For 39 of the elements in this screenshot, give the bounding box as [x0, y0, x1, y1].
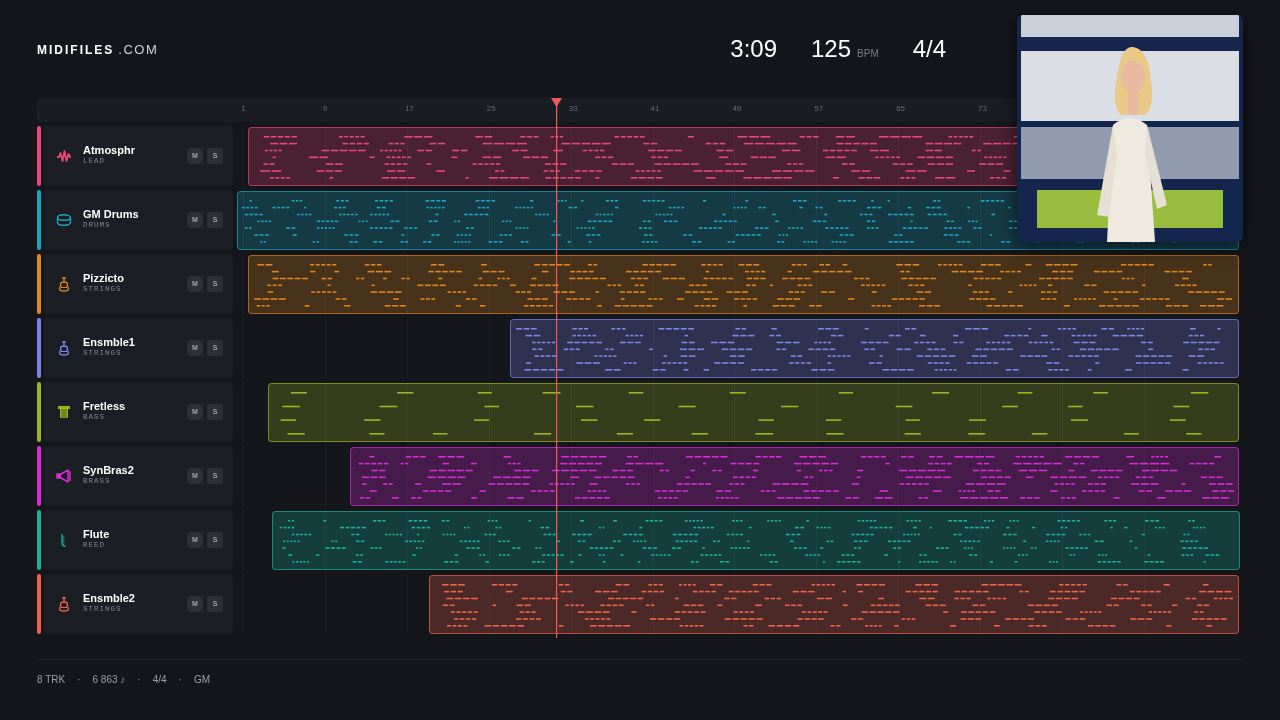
- violin-icon: [56, 276, 72, 292]
- separator-dot: ·: [137, 673, 141, 687]
- violin-icon: [56, 340, 72, 356]
- violin-icon: [56, 596, 72, 612]
- playhead[interactable]: [551, 98, 563, 638]
- logo-text: MIDIFILES: [37, 43, 115, 57]
- track-name: Flute: [83, 528, 111, 541]
- separator-dot: ·: [77, 673, 81, 687]
- waveform-icon: [56, 148, 72, 164]
- bar-number: 33: [568, 103, 578, 115]
- bar-number: 9: [323, 103, 328, 115]
- track-name: SynBras2: [83, 464, 135, 477]
- bar-number: 49: [732, 103, 742, 115]
- bar-number: 57: [814, 103, 824, 115]
- tempo-unit: BPM: [857, 47, 879, 61]
- drum-icon: [56, 212, 72, 228]
- time-signature: 4/4: [912, 34, 947, 64]
- status-item: GM: [193, 673, 211, 687]
- status-item: 8 TRK: [37, 673, 66, 687]
- bar-number: 73: [978, 103, 987, 115]
- bar-number: 41: [650, 103, 660, 115]
- pillar-icon: [56, 404, 72, 420]
- status-item: 6 863 ♪: [92, 673, 126, 687]
- tempo-display: 125: [811, 34, 852, 64]
- bar-number: 17: [404, 103, 414, 115]
- track-name: Ensmble1: [83, 336, 136, 349]
- duration-display: 3:09: [730, 34, 777, 64]
- status-item: 4/4: [152, 673, 167, 687]
- horn-icon: [56, 468, 72, 484]
- track-name: Pizzicto: [83, 272, 125, 285]
- track-name: Fretless: [83, 400, 127, 413]
- bar-number: 65: [896, 103, 906, 115]
- separator-dot: ·: [178, 673, 182, 687]
- bar-number: 25: [486, 103, 496, 115]
- track-name: GM Drums: [83, 208, 140, 221]
- track-name: Atmosphr: [83, 144, 136, 157]
- track-name: Ensmble2: [83, 592, 136, 605]
- logo-suffix: .COM: [118, 42, 159, 57]
- bar-number: 1: [241, 103, 246, 115]
